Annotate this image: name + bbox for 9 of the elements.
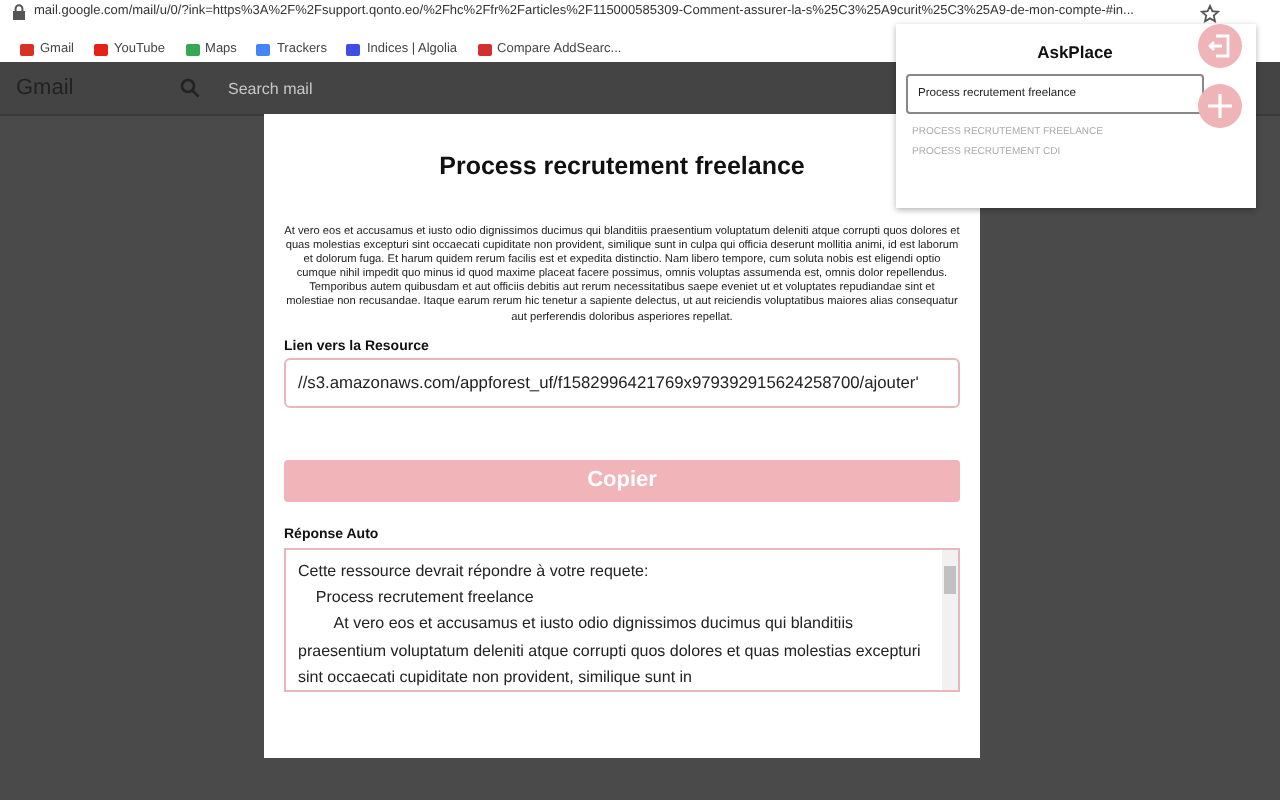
plus-icon[interactable] xyxy=(1198,84,1242,128)
modal-title: Process recrutement freelance xyxy=(437,152,807,180)
star-icon[interactable] xyxy=(1200,4,1220,24)
search-field[interactable]: Search mail xyxy=(224,77,832,99)
lock-icon xyxy=(12,4,26,20)
popup-title: AskPlace xyxy=(1035,42,1115,62)
link-field[interactable]: //s3.amazonaws.com/appforest_uf/f1582996421769x979392915624258700/ajouter' xyxy=(284,357,960,408)
scrollbar[interactable] xyxy=(942,549,958,690)
search-icon xyxy=(180,78,200,98)
